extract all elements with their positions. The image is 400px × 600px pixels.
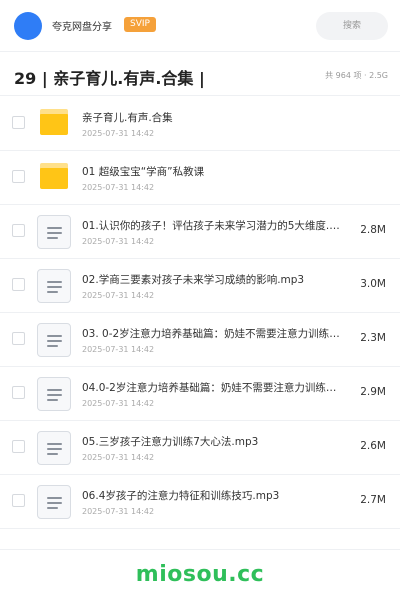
file-row[interactable]: 02.学商三要素对孩子未来学习成绩的影响.mp3 2025-07-31 14:4… [0,259,400,313]
row-checkbox[interactable] [12,170,25,183]
row-checkbox[interactable] [12,440,25,453]
file-name: 02.学商三要素对孩子未来学习成绩的影响.mp3 [82,274,305,286]
file-date: 2025-07-31 14:42 [82,507,155,516]
folder-icon [40,163,68,189]
file-row[interactable]: 06.4岁孩子的注意力特征和训练技巧.mp3 2025-07-31 14:42 … [0,475,400,529]
file-name: 亲子育儿.有声.合集 [82,112,173,124]
document-icon [37,215,71,249]
app-name: 夸克网盘分享 [52,22,112,33]
file-list: 亲子育儿.有声.合集 2025-07-31 14:42 01 超级宝宝“学商”私… [0,97,400,529]
file-size: 2.3M [360,332,386,344]
document-icon [37,323,71,357]
folder-icon [40,109,68,135]
row-checkbox[interactable] [12,494,25,507]
file-name: 05.三岁孩子注意力训练7大心法.mp3 [82,436,259,448]
row-checkbox[interactable] [12,332,25,345]
search-button[interactable]: 搜索 [316,12,388,40]
file-name: 03. 0-2岁注意力培养基础篇：奶娃不需要注意力训练吗.mp3 [82,328,344,340]
svip-badge: SVIP [124,17,156,32]
footer-divider [0,549,400,550]
file-name: 01 超级宝宝“学商”私教课 [82,166,205,178]
file-size: 2.9M [360,386,386,398]
folder-meta: 共 964 项 · 2.5G [325,71,388,80]
file-name: 06.4岁孩子的注意力特征和训练技巧.mp3 [82,490,280,502]
row-checkbox[interactable] [12,278,25,291]
file-size: 3.0M [360,278,386,290]
watermark: miosou.cc [135,562,265,587]
file-size: 2.8M [360,224,386,236]
row-checkbox[interactable] [12,224,25,237]
document-icon [37,269,71,303]
document-icon [37,377,71,411]
file-row[interactable]: 03. 0-2岁注意力培养基础篇：奶娃不需要注意力训练吗.mp3 2025-07… [0,313,400,367]
file-date: 2025-07-31 14:42 [82,183,155,192]
file-date: 2025-07-31 14:42 [82,345,155,354]
file-size: 2.7M [360,494,386,506]
avatar[interactable] [14,12,42,40]
file-name: 04.0-2岁注意力培养基础篇：奶娃不需要注意力训练吗.mp3 [82,382,344,394]
document-icon [37,431,71,465]
file-date: 2025-07-31 14:42 [82,291,155,300]
file-date: 2025-07-31 14:42 [82,237,155,246]
folder-row[interactable]: 01 超级宝宝“学商”私教课 2025-07-31 14:42 [0,151,400,205]
file-date: 2025-07-31 14:42 [82,129,155,138]
document-icon [37,485,71,519]
file-date: 2025-07-31 14:42 [82,453,155,462]
file-row[interactable]: 04.0-2岁注意力培养基础篇：奶娃不需要注意力训练吗.mp3 2025-07-… [0,367,400,421]
top-bar: 夸克网盘分享 SVIP 搜索 [0,0,400,52]
row-checkbox[interactable] [12,116,25,129]
file-row[interactable]: 01.认识你的孩子！评估孩子未来学习潜力的5大维度.mp3 2025-07-31… [0,205,400,259]
folder-row[interactable]: 亲子育儿.有声.合集 2025-07-31 14:42 [0,97,400,151]
file-row[interactable]: 05.三岁孩子注意力训练7大心法.mp3 2025-07-31 14:42 2.… [0,421,400,475]
file-date: 2025-07-31 14:42 [82,399,155,408]
row-checkbox[interactable] [12,386,25,399]
file-size: 2.6M [360,440,386,452]
page-title: 29 | 亲子育儿.有声.合集 | [14,69,205,88]
folder-header: 29 | 亲子育儿.有声.合集 | 共 964 项 · 2.5G [0,56,400,96]
file-name: 01.认识你的孩子！评估孩子未来学习潜力的5大维度.mp3 [82,220,344,232]
